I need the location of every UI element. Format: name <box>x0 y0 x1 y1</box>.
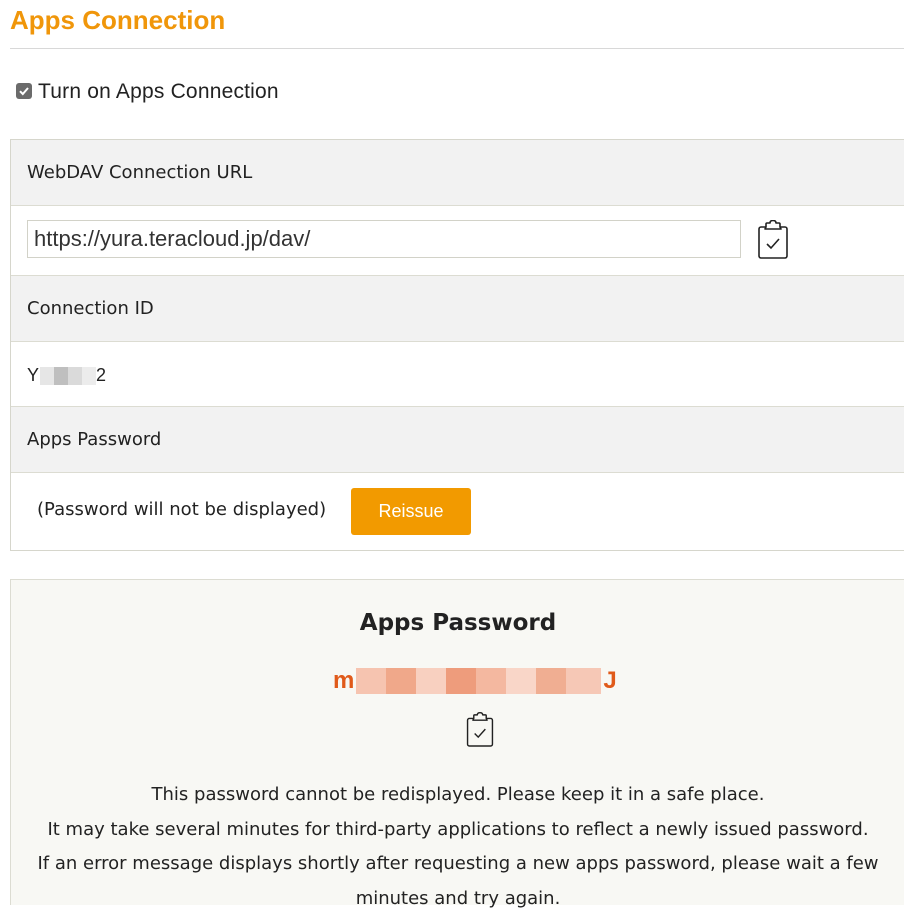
connection-id-heading: Connection ID <box>11 276 904 342</box>
title-divider <box>10 48 904 49</box>
password-notes: This password cannot be redisplayed. Ple… <box>11 778 904 916</box>
connection-id-body <box>11 342 904 407</box>
connection-id-prefix: Y <box>27 365 39 386</box>
note-line: If an error message displays shortly aft… <box>11 847 904 882</box>
redacted-password-block <box>356 668 601 694</box>
password-suffix: J <box>603 667 616 695</box>
note-line: It may take several minutes for third-pa… <box>11 813 904 848</box>
reissue-button[interactable]: Reissue <box>351 488 471 535</box>
apps-connection-toggle[interactable]: Turn on Apps Connection <box>16 76 279 108</box>
note-line: minutes and try again. <box>11 882 904 916</box>
webdav-heading: WebDAV Connection URL <box>11 140 904 206</box>
checkbox[interactable] <box>16 83 32 99</box>
copy-url-button[interactable] <box>755 220 791 264</box>
toggle-label: Turn on Apps Connection <box>38 80 279 104</box>
connection-id-suffix: 2 <box>96 365 106 386</box>
copy-password-button[interactable] <box>464 710 496 754</box>
checkmark-icon <box>18 85 30 97</box>
connection-panel: WebDAV Connection URL Connection ID Y 2 … <box>10 139 904 551</box>
note-line: This password cannot be redisplayed. Ple… <box>11 778 904 813</box>
issued-password-title: Apps Password <box>11 610 904 636</box>
webdav-url-field[interactable] <box>27 220 741 258</box>
redacted-block <box>40 367 96 385</box>
apps-password-heading: Apps Password <box>11 407 904 473</box>
issued-password-value: m J <box>333 666 617 696</box>
password-prefix: m <box>333 667 354 695</box>
connection-id-value: Y 2 <box>27 365 106 386</box>
page-title: Apps Connection <box>10 3 225 37</box>
clipboard-check-icon <box>755 220 791 260</box>
issued-password-card: Apps Password m J This password cannot b… <box>10 579 904 905</box>
clipboard-check-icon <box>464 710 496 750</box>
password-hidden-note: (Password will not be displayed) <box>37 499 326 520</box>
